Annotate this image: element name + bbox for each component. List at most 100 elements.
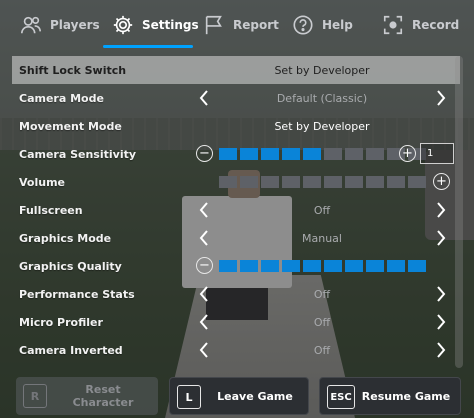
plus-button[interactable]: + xyxy=(433,173,450,190)
setting-graphics-mode[interactable]: Graphics Mode Manual xyxy=(12,224,460,252)
slider-segment[interactable] xyxy=(408,260,426,272)
slider-segment[interactable] xyxy=(366,176,384,188)
setting-label: Camera Sensitivity xyxy=(19,147,137,161)
slider-segment[interactable] xyxy=(261,176,279,188)
slider-segment[interactable] xyxy=(345,176,363,188)
slider-segment[interactable] xyxy=(240,176,258,188)
gear-icon xyxy=(113,15,133,35)
leave-game-button[interactable]: L Leave Game xyxy=(169,377,309,415)
setting-value: Manual xyxy=(302,231,342,245)
minus-button[interactable]: − xyxy=(196,145,213,162)
setting-value: Off xyxy=(313,287,331,301)
slider-segment[interactable] xyxy=(282,148,300,160)
slider-segment[interactable] xyxy=(219,148,237,160)
slider-segment[interactable] xyxy=(240,148,258,160)
tab-label: Report xyxy=(233,18,279,32)
slider-segment[interactable] xyxy=(240,260,258,272)
setting-label: Graphics Mode xyxy=(19,231,112,245)
volume-slider[interactable] xyxy=(219,176,426,188)
tab-label: Help xyxy=(322,18,353,32)
players-icon xyxy=(21,16,41,34)
record-icon xyxy=(383,15,403,35)
setting-label: Movement Mode xyxy=(19,119,122,133)
setting-shift-lock[interactable]: Shift Lock Switch Set by Developer xyxy=(12,56,460,84)
chevron-right-icon[interactable] xyxy=(432,86,450,110)
slider-segment[interactable] xyxy=(324,260,342,272)
key-hint-l: L xyxy=(177,385,201,409)
slider-segment[interactable] xyxy=(303,260,321,272)
setting-label: Camera Inverted xyxy=(19,343,123,357)
slider-segment[interactable] xyxy=(261,260,279,272)
reset-character-button[interactable]: R Reset Character xyxy=(16,377,158,415)
chevron-right-icon[interactable] xyxy=(432,310,450,334)
slider-segment[interactable] xyxy=(387,260,405,272)
setting-value: Default (Classic) xyxy=(276,91,368,105)
setting-value: Off xyxy=(313,315,331,329)
slider-segment[interactable] xyxy=(219,176,237,188)
slider-segment[interactable] xyxy=(345,148,363,160)
slider-segment[interactable] xyxy=(324,148,342,160)
slider-segment[interactable] xyxy=(282,176,300,188)
slider-segment[interactable] xyxy=(324,176,342,188)
chevron-right-icon[interactable] xyxy=(432,282,450,306)
setting-camera-sensitivity[interactable]: Camera Sensitivity − + 1 xyxy=(12,140,460,168)
slider-segment[interactable] xyxy=(282,260,300,272)
setting-label: Shift Lock Switch xyxy=(19,63,127,77)
tab-settings[interactable]: Settings xyxy=(112,0,199,50)
setting-graphics-quality[interactable]: Graphics Quality − xyxy=(12,252,460,280)
menu-tab-bar: Players Settings Report Help Record xyxy=(0,0,474,50)
setting-performance-stats[interactable]: Performance Stats Off xyxy=(12,280,460,308)
setting-volume[interactable]: Volume + xyxy=(12,168,460,196)
tab-report[interactable]: Report xyxy=(203,0,279,50)
chevron-right-icon[interactable] xyxy=(432,226,450,250)
setting-camera-mode[interactable]: Camera Mode Default (Classic) xyxy=(12,84,460,112)
setting-micro-profiler[interactable]: Micro Profiler Off xyxy=(12,308,460,336)
setting-label: Graphics Quality xyxy=(19,259,122,273)
button-label: Resume Game xyxy=(361,389,451,403)
setting-movement-mode[interactable]: Movement Mode Set by Developer xyxy=(12,112,460,140)
tab-label: Players xyxy=(50,18,100,32)
tab-label: Settings xyxy=(142,18,199,32)
setting-label: Micro Profiler xyxy=(19,315,103,329)
setting-label: Fullscreen xyxy=(19,203,83,217)
resume-game-button[interactable]: ESC Resume Game xyxy=(319,377,461,415)
setting-value: Off xyxy=(313,203,331,217)
tab-help[interactable]: Help xyxy=(292,0,353,50)
settings-scrollbar[interactable] xyxy=(455,56,463,368)
setting-label: Volume xyxy=(19,175,65,189)
tab-label: Record xyxy=(412,18,460,32)
sensitivity-slider[interactable] xyxy=(219,148,426,160)
chevron-right-icon[interactable] xyxy=(432,338,450,362)
graphics-quality-slider[interactable] xyxy=(219,260,426,272)
flag-icon xyxy=(205,15,222,35)
button-label: Leave Game xyxy=(217,389,293,403)
slider-segment[interactable] xyxy=(387,176,405,188)
minus-button[interactable]: − xyxy=(196,257,213,274)
tab-record[interactable]: Record xyxy=(382,0,459,50)
slider-segment[interactable] xyxy=(261,148,279,160)
key-hint-r: R xyxy=(23,384,47,408)
setting-camera-inverted[interactable]: Camera Inverted Off xyxy=(12,336,460,364)
settings-list: Shift Lock Switch Set by Developer Camer… xyxy=(12,56,460,368)
slider-segment[interactable] xyxy=(303,176,321,188)
setting-value: Off xyxy=(313,343,331,357)
setting-label: Performance Stats xyxy=(19,287,135,301)
setting-label: Camera Mode xyxy=(19,91,104,105)
tab-players[interactable]: Players xyxy=(20,0,100,50)
key-hint-esc: ESC xyxy=(327,385,355,409)
slider-segment[interactable] xyxy=(303,148,321,160)
button-label: Reset Character xyxy=(72,383,134,409)
slider-segment[interactable] xyxy=(345,260,363,272)
slider-segment[interactable] xyxy=(366,260,384,272)
sensitivity-input[interactable]: 1 xyxy=(420,143,454,164)
slider-segment[interactable] xyxy=(408,176,426,188)
plus-button[interactable]: + xyxy=(399,145,416,162)
chevron-right-icon[interactable] xyxy=(432,198,450,222)
active-tab-indicator xyxy=(103,45,193,48)
slider-segment[interactable] xyxy=(366,148,384,160)
setting-value: Set by Developer xyxy=(274,119,370,133)
help-icon xyxy=(293,15,313,35)
setting-fullscreen[interactable]: Fullscreen Off xyxy=(12,196,460,224)
setting-value: Set by Developer xyxy=(274,63,370,77)
slider-segment[interactable] xyxy=(219,260,237,272)
